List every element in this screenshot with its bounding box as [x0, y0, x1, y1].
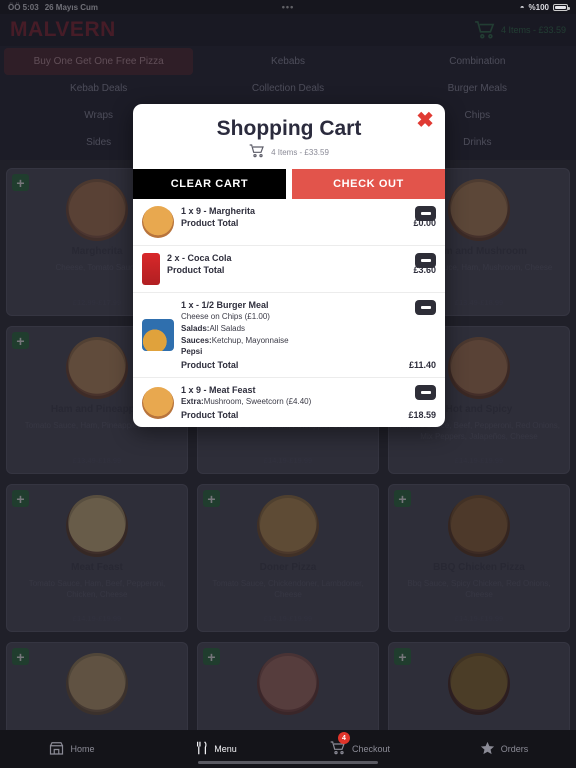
minus-icon[interactable]: [415, 300, 436, 315]
cart-item-row: 1 x 9 - Margherita Product Total £0.00: [133, 199, 445, 246]
cart-item-price: £18.59: [408, 409, 436, 420]
cart-item-title: 2 x - Coca Cola: [167, 253, 232, 263]
cart-item-title: 1 x 9 - Margherita: [181, 206, 256, 216]
modal-actions: CLEAR CART CHECK OUT: [133, 169, 445, 199]
battery-percent: %100: [528, 2, 549, 12]
cart-item-price: £11.40: [408, 360, 436, 371]
cart-item-detail-label: Pepsi: [181, 347, 203, 357]
cart-item-detail: Extra:Mushroom, Sweetcorn (£4.40): [181, 397, 436, 408]
wifi-icon: ◓: [519, 2, 525, 12]
nav-item-menu[interactable]: Menu: [144, 741, 288, 757]
status-bar-right: ◓ %100: [519, 2, 570, 12]
cart-item-detail-label: Salads:: [181, 323, 210, 333]
cart-item-total-label: Product Total: [181, 409, 239, 420]
modal-cart-summary: 4 Items - £33.59: [133, 144, 445, 169]
star-icon: [480, 741, 495, 757]
status-badge: 4: [338, 732, 350, 744]
nav-label-menu: Menu: [214, 744, 237, 754]
cart-item-total-label: Product Total: [181, 218, 239, 228]
shopping-cart-modal: ✖ Shopping Cart 4 Items - £33.59 CLEAR C…: [133, 104, 445, 427]
clear-cart-button[interactable]: CLEAR CART: [133, 169, 286, 199]
nav-item-orders[interactable]: Orders: [432, 741, 576, 757]
cart-item-total-label: Product Total: [167, 265, 225, 275]
nav-item-checkout[interactable]: 4 Checkout: [288, 732, 432, 757]
cart-item-detail: Sauces:Ketchup, Mayonnaise: [181, 336, 436, 347]
nav-label-orders: Orders: [500, 744, 529, 754]
cart-item-detail: Salads:All Salads: [181, 324, 436, 335]
cart-item-row: 1 x 9 - Meat Feast Extra:Mushroom, Sweetc…: [133, 378, 445, 427]
cart-items-list: 1 x 9 - Margherita Product Total £0.00 2 x …: [133, 199, 445, 427]
cart-item-total-label: Product Total: [181, 360, 239, 371]
nav-label-home: Home: [70, 744, 95, 754]
minus-icon[interactable]: [415, 206, 436, 221]
cart-item-total-row: Product Total £3.60: [167, 265, 436, 275]
cart-item-total-row: Product Total £18.59: [181, 410, 436, 420]
cutlery-icon: [195, 741, 208, 757]
close-icon[interactable]: ✖: [415, 110, 435, 131]
minus-icon[interactable]: [415, 385, 436, 401]
nav-label-checkout: Checkout: [351, 744, 391, 754]
cart-item-detail: Pepsi: [181, 347, 436, 358]
cart-item-title: 1 x 9 - Meat Feast: [181, 385, 256, 396]
cart-item-row: 2 x - Coca Cola Product Total £3.60: [133, 246, 445, 293]
cart-item-total-row: Product Total £11.40: [181, 360, 436, 370]
cart-item-detail-label: Sauces:: [181, 335, 212, 345]
minus-icon[interactable]: [415, 253, 436, 268]
cart-item-body: 2 x - Coca Cola Product Total £3.60: [167, 253, 436, 275]
bottom-navigation: Home Menu 4 Checkout Orders: [0, 730, 576, 768]
nav-item-home[interactable]: Home: [0, 741, 144, 757]
app-root: ÖÖ 5:03 26 Mayıs Cum ••• ◓ %100 MALVERN: [0, 0, 576, 768]
cart-item-detail: Cheese on Chips (£1.00): [181, 312, 436, 323]
cart-item-body: 1 x 9 - Margherita Product Total £0.00: [181, 206, 436, 228]
check-out-button[interactable]: CHECK OUT: [292, 169, 445, 199]
cart-item-row: 1 x - 1/2 Burger Meal Cheese on Chips (£1…: [133, 293, 445, 379]
cart-item-detail-label: Extra:: [181, 397, 204, 407]
shopping-cart-icon: [249, 144, 265, 160]
home-indicator: [198, 761, 378, 764]
cart-item-body: 1 x 9 - Meat Feast Extra:Mushroom, Sweetc…: [181, 385, 436, 420]
cart-item-title: 1 x - 1/2 Burger Meal: [181, 300, 269, 310]
burger-meal-thumb: [142, 319, 174, 352]
cola-can-thumb: [142, 253, 160, 285]
store-icon: [49, 741, 64, 757]
battery-icon: [553, 3, 570, 11]
cart-item-total-row: Product Total £0.00: [181, 218, 436, 228]
pizza-thumb: [142, 386, 174, 419]
cart-item-detail-value: Cheese on Chips (£1.00): [181, 312, 270, 321]
modal-summary-text: 4 Items - £33.59: [271, 147, 329, 157]
modal-title: Shopping Cart: [216, 117, 362, 140]
cart-item-body: 1 x - 1/2 Burger Meal Cheese on Chips (£1…: [181, 300, 436, 370]
cart-item-detail-value: All Salads: [209, 323, 246, 333]
pizza-thumb: [142, 206, 174, 238]
cart-item-detail-value: Ketchup, Mayonnaise: [211, 335, 289, 345]
cart-item-detail-value: Mushroom, Sweetcorn (£4.40): [203, 397, 312, 407]
